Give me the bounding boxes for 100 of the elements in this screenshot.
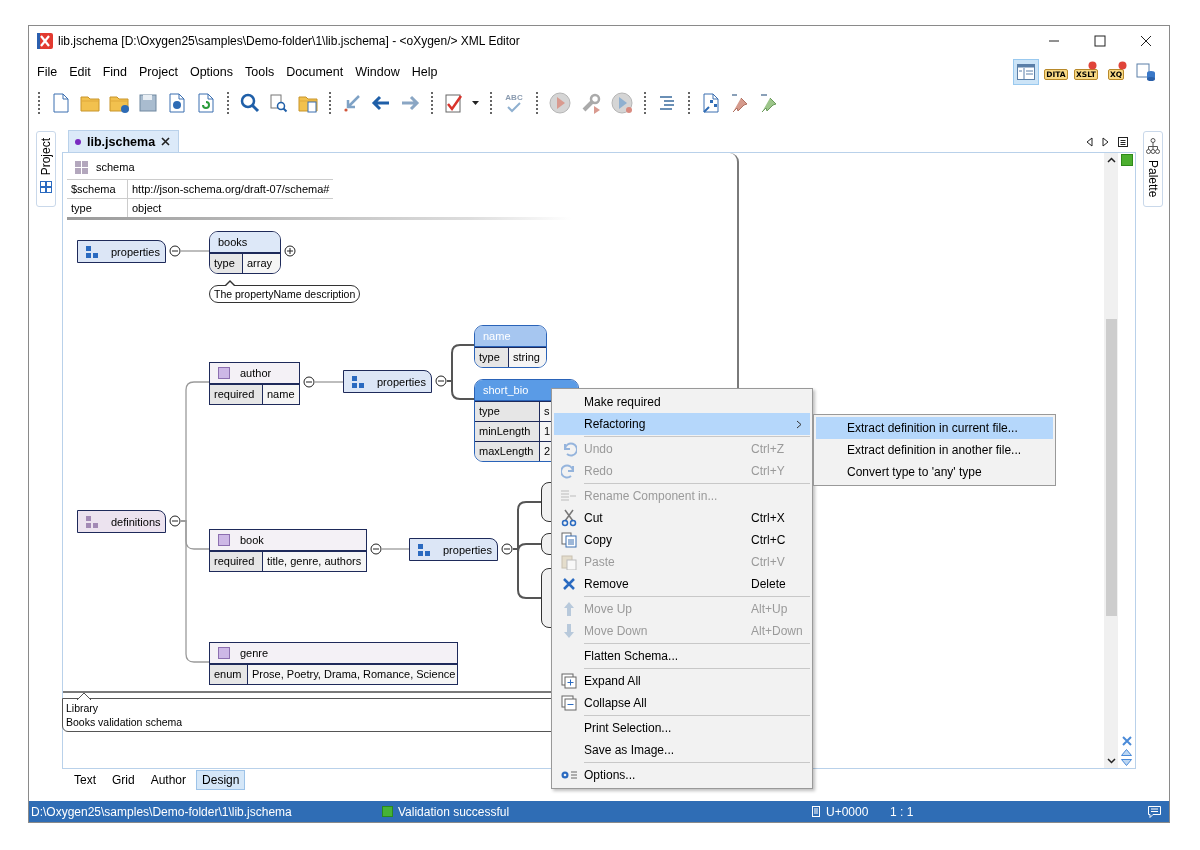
page-globe-icon[interactable] bbox=[166, 92, 188, 114]
collapse-icon[interactable] bbox=[370, 543, 382, 555]
collapse-icon[interactable] bbox=[169, 515, 181, 527]
node-value: name bbox=[263, 385, 299, 404]
schema-node[interactable]: book required title, genre, authors bbox=[209, 529, 367, 572]
node-key: minLength bbox=[475, 422, 540, 441]
view-tab[interactable]: Author bbox=[144, 770, 193, 790]
annotation-text: Books validation schema bbox=[66, 715, 184, 729]
menu-item[interactable]: Flatten Schema... bbox=[554, 645, 810, 667]
save-icon[interactable] bbox=[137, 92, 159, 114]
collapse-icon[interactable] bbox=[169, 245, 181, 257]
perspective-button[interactable] bbox=[1013, 58, 1039, 85]
menu-item[interactable]: Cut Ctrl+X bbox=[554, 507, 810, 529]
file-path: D:\Oxygen25\samples\Demo-folder\1\lib.jschema bbox=[30, 804, 293, 819]
node-label: properties bbox=[111, 245, 160, 258]
up-triangle-icon[interactable] bbox=[1121, 749, 1132, 756]
menu-item[interactable]: Expand All bbox=[554, 670, 810, 692]
scrollbar-thumb[interactable] bbox=[1106, 319, 1117, 616]
window-title: lib.jschema [D:\Oxygen25\samples\Demo-folder\1\lib.jschema] - <oXygen/> XML Editor bbox=[58, 34, 520, 48]
search-icon[interactable] bbox=[239, 92, 261, 114]
validation-status: Validation successful bbox=[398, 804, 510, 819]
side-tab[interactable]: Project bbox=[35, 131, 56, 207]
schema-node[interactable]: name type string bbox=[474, 325, 547, 368]
scrollbar[interactable] bbox=[1104, 153, 1118, 768]
remove-icon bbox=[562, 577, 576, 591]
menu-item[interactable]: Remove Delete bbox=[554, 573, 810, 595]
close-icon[interactable] bbox=[161, 137, 171, 146]
definitions-node[interactable]: definitions bbox=[77, 510, 166, 533]
maximize-icon[interactable] bbox=[1094, 35, 1106, 47]
database-icon bbox=[1136, 61, 1156, 82]
node-label: properties bbox=[377, 375, 426, 388]
list-icon[interactable] bbox=[1118, 136, 1128, 147]
menu-bar-item[interactable]: Help bbox=[405, 62, 444, 81]
tree-page-icon[interactable] bbox=[700, 92, 722, 114]
play-bug-icon[interactable] bbox=[610, 91, 634, 115]
encoding-text: U+0000 bbox=[826, 804, 869, 819]
properties-node[interactable]: properties bbox=[409, 538, 498, 561]
schema-node[interactable]: genre enum Prose, Poetry, Drama, Romance, Science bbox=[209, 642, 458, 685]
menu-bar-item[interactable]: Project bbox=[133, 62, 184, 81]
find-files-icon[interactable] bbox=[268, 92, 290, 114]
down-arrow-icon bbox=[563, 623, 575, 639]
menu-bar-item[interactable]: Edit bbox=[63, 62, 97, 81]
paste-icon bbox=[561, 554, 577, 570]
collapse-icon[interactable] bbox=[435, 375, 447, 387]
refresh-page-icon[interactable] bbox=[195, 92, 217, 114]
bug-icon bbox=[1118, 60, 1127, 70]
left-triangle-icon[interactable] bbox=[1086, 136, 1093, 147]
shortcut-text: Ctrl+V bbox=[751, 555, 785, 569]
annotation-title: Library bbox=[66, 701, 100, 715]
menu-bar-item[interactable]: Options bbox=[183, 62, 240, 81]
menu-bar-item[interactable]: File bbox=[31, 62, 64, 81]
cursor-position: 1 : 1 bbox=[890, 804, 914, 819]
node-key: type bbox=[475, 402, 540, 421]
collapse-all-icon bbox=[561, 695, 577, 711]
collapse-icon[interactable] bbox=[303, 376, 315, 388]
shortcut-text: Ctrl+C bbox=[751, 533, 786, 547]
view-tab[interactable]: Text bbox=[68, 770, 102, 790]
rename-icon bbox=[560, 489, 578, 503]
right-triangle-icon[interactable] bbox=[1102, 136, 1109, 147]
menu-item[interactable]: Print Selection... bbox=[554, 717, 810, 739]
dot-icon bbox=[75, 138, 81, 145]
menu-item[interactable]: Convert type to 'any' type bbox=[816, 461, 1053, 483]
expand-icon[interactable] bbox=[284, 245, 296, 257]
menu-item[interactable]: Extract definition in current file... bbox=[816, 417, 1053, 439]
node-value: title, genre, authors bbox=[263, 552, 366, 571]
menu-bar-item[interactable]: Window bbox=[349, 62, 406, 81]
menu-bar-item[interactable]: Document bbox=[280, 62, 350, 81]
menu-bar-item[interactable]: Tools bbox=[239, 62, 281, 81]
down-triangle-icon[interactable] bbox=[1121, 759, 1132, 766]
properties-node[interactable]: properties bbox=[77, 240, 166, 263]
menu-item[interactable]: Options... bbox=[554, 764, 810, 786]
menu-item[interactable]: Refactoring bbox=[554, 413, 810, 435]
status-square bbox=[1120, 154, 1133, 166]
schema-title: schema bbox=[96, 161, 135, 173]
shortcut-text: Delete bbox=[751, 577, 786, 591]
collapse-icon[interactable] bbox=[501, 543, 513, 555]
checklist-icon[interactable] bbox=[443, 92, 465, 114]
menu-item[interactable]: Collapse All bbox=[554, 692, 810, 714]
menu-item[interactable]: Save as Image... bbox=[554, 739, 810, 761]
project-icon bbox=[39, 181, 52, 194]
menu-item[interactable]: Extract definition in another file... bbox=[816, 439, 1053, 461]
chat-icon[interactable] bbox=[1148, 805, 1161, 818]
up-chevron-icon[interactable] bbox=[1106, 157, 1116, 163]
menu-item[interactable]: Copy Ctrl+C bbox=[554, 529, 810, 551]
schema-node[interactable]: author required name bbox=[209, 362, 300, 405]
node-value: Prose, Poetry, Drama, Romance, Science bbox=[248, 665, 457, 684]
shortcut-text: Alt+Up bbox=[751, 602, 788, 616]
view-tab[interactable]: Grid bbox=[106, 770, 141, 790]
menu-bar-item[interactable]: Find bbox=[96, 62, 134, 81]
gear-icon bbox=[560, 769, 578, 781]
schema-key: $schema bbox=[67, 180, 128, 198]
schema-node[interactable]: books type array bbox=[209, 231, 281, 274]
side-tab[interactable]: Palette bbox=[1142, 131, 1163, 207]
close-icon[interactable] bbox=[1140, 35, 1152, 47]
properties-node[interactable]: properties bbox=[343, 370, 432, 393]
down-chevron-icon[interactable] bbox=[1106, 758, 1116, 764]
view-tab[interactable]: Design bbox=[196, 770, 246, 790]
editor-tab[interactable]: lib.jschema bbox=[68, 130, 180, 152]
new-file-icon[interactable] bbox=[50, 92, 72, 114]
blocks-icon bbox=[352, 375, 365, 388]
